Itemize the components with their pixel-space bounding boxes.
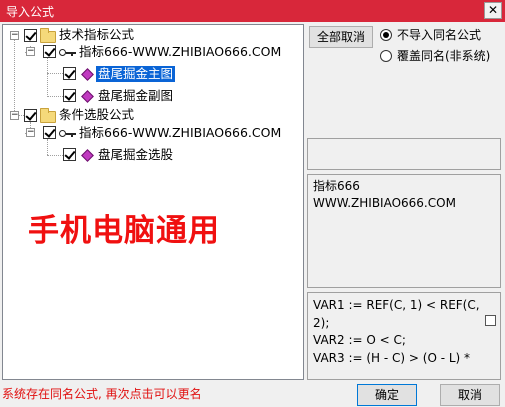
overwrite-radio[interactable] (380, 50, 392, 62)
tree-group-stock-picking[interactable]: 条件选股公式 (59, 107, 134, 123)
tree-item-stock-select[interactable]: 盘尾掘金选股 (98, 147, 173, 163)
key-icon (59, 129, 77, 139)
watermark-text: 手机电脑通用 (28, 213, 220, 249)
close-icon: ✕ (487, 3, 499, 17)
ok-button[interactable]: 确定 (357, 384, 417, 406)
close-button[interactable]: ✕ (484, 2, 502, 19)
item-checkbox-select[interactable] (63, 148, 76, 161)
code-line: 2); (313, 315, 330, 330)
code-text: VAR1 := REF(C, 1) < REF(C, 2); VAR2 := O… (313, 297, 480, 367)
expand-toggle[interactable]: − (10, 111, 19, 120)
key-icon (59, 48, 77, 58)
tree-line (47, 57, 48, 97)
deselect-all-button[interactable]: 全部取消 (309, 26, 373, 48)
formula-icon (81, 90, 94, 103)
formula-code-panel[interactable]: VAR1 := REF(C, 1) < REF(C, 2); VAR2 := O… (307, 292, 501, 380)
formula1-checkbox[interactable] (43, 45, 56, 58)
formula-icon (81, 149, 94, 162)
code-line: VAR1 := REF(C, 1) < REF(C, (313, 298, 480, 312)
info-line: 指标666 (313, 179, 360, 193)
window-title: 导入公式 (6, 5, 55, 19)
cancel-button[interactable]: 取消 (440, 384, 500, 406)
blank-panel (307, 138, 501, 170)
folder-icon (40, 108, 56, 123)
title-bar: 导入公式 ✕ (0, 0, 505, 22)
tree-line (14, 40, 15, 115)
formula-tree[interactable]: − 技术指标公式 − 指标666-WWW.ZHIBIAO666.COM 盘尾掘金… (2, 24, 304, 380)
group1-checkbox[interactable] (24, 29, 37, 42)
info-text: 指标666 WWW.ZHIBIAO666.COM (313, 178, 456, 212)
tree-item-sub-chart[interactable]: 盘尾掘金副图 (98, 88, 173, 104)
expand-toggle[interactable]: − (26, 128, 35, 137)
formula-info-panel: 指标666 WWW.ZHIBIAO666.COM (307, 174, 501, 288)
tree-formula-stock[interactable]: 指标666-WWW.ZHIBIAO666.COM (79, 125, 281, 141)
code-option-checkbox[interactable] (485, 315, 496, 326)
overwrite-label[interactable]: 覆盖同名(非系统) (397, 49, 490, 63)
code-line: VAR3 := (H - C) > (O - L) * (313, 350, 471, 365)
expand-toggle[interactable]: − (10, 31, 19, 40)
tree-group-technical-indicators[interactable]: 技术指标公式 (59, 27, 134, 43)
code-line: VAR2 := O < C; (313, 333, 406, 347)
info-line: WWW.ZHIBIAO666.COM (313, 196, 456, 210)
status-message: 系统存在同名公式, 再次点击可以更名 (2, 387, 202, 401)
tree-line (47, 139, 48, 155)
no-import-label[interactable]: 不导入同名公式 (397, 28, 481, 42)
folder-icon (40, 28, 56, 43)
formula-icon (81, 68, 94, 81)
tree-line (47, 73, 63, 74)
group2-checkbox[interactable] (24, 109, 37, 122)
item-checkbox-main[interactable] (63, 67, 76, 80)
tree-item-main-chart[interactable]: 盘尾掘金主图 (96, 66, 176, 82)
expand-toggle[interactable]: − (26, 47, 35, 56)
no-import-radio[interactable] (380, 29, 392, 41)
formula2-checkbox[interactable] (43, 126, 56, 139)
item-checkbox-sub[interactable] (63, 89, 76, 102)
tree-line (47, 96, 63, 97)
tree-formula-indicator[interactable]: 指标666-WWW.ZHIBIAO666.COM (79, 44, 281, 60)
tree-line (47, 155, 63, 156)
